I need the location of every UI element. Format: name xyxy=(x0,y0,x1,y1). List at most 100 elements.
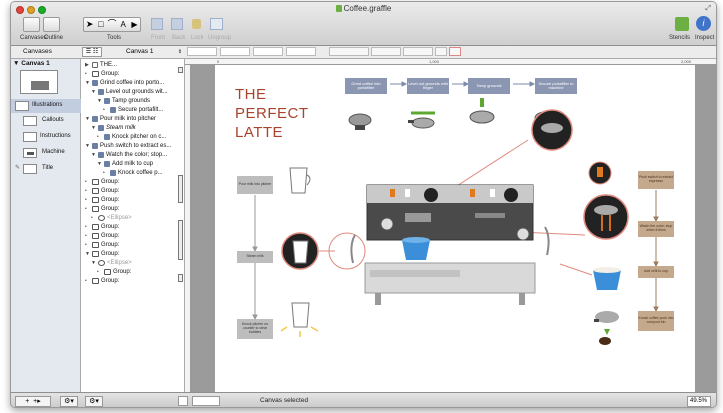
ungroup-icon[interactable] xyxy=(210,18,223,30)
step-box[interactable]: Pour milk into pitcher xyxy=(237,176,273,194)
outline-row[interactable]: • Knock coffee p... xyxy=(103,168,163,177)
text-tool-icon[interactable]: A xyxy=(118,18,129,31)
step-box[interactable]: Tamp grounds xyxy=(468,78,510,94)
step-box[interactable]: Push switch to extract espresso xyxy=(638,171,674,189)
step-box[interactable]: Grind coffee into portafilter xyxy=(345,78,387,94)
play-tool-icon[interactable]: ▶ xyxy=(129,18,140,31)
zoom-select[interactable]: 49.5% xyxy=(687,396,711,407)
outline-toggle-button[interactable] xyxy=(43,17,60,32)
vertical-ruler xyxy=(185,65,191,392)
step-box[interactable]: Knock coffee puck into compost bin xyxy=(638,311,674,331)
outline-row[interactable]: ▼ Push switch to extract es... xyxy=(85,141,171,150)
outline-row-label: Grind coffee into porto... xyxy=(100,79,165,86)
outline-row[interactable]: • Knock pitcher on c... xyxy=(97,132,166,141)
stencils-icon[interactable] xyxy=(675,17,689,31)
tamper-icon xyxy=(469,98,495,124)
outline-row[interactable]: • Group: xyxy=(85,204,119,213)
outline-row-label: Steam milk xyxy=(106,124,136,131)
app-window: Coffee.graffle ⤢ Canvases Outline ➤ □ ⌒ … xyxy=(10,1,717,408)
outline-scroll-marker xyxy=(178,220,183,260)
canvases-toggle-button[interactable] xyxy=(23,17,40,32)
step-box[interactable]: Add milk to cup xyxy=(638,266,674,278)
outline-row[interactable]: • Group: xyxy=(85,240,119,249)
diagram-graphics xyxy=(252,81,659,345)
line-control[interactable] xyxy=(403,47,433,56)
pitcher-icon xyxy=(289,167,311,194)
outline-row[interactable]: • Group: xyxy=(97,267,131,276)
shadow-control[interactable] xyxy=(435,47,447,56)
outline-row[interactable]: • Group: xyxy=(85,195,119,204)
layer-title-label[interactable]: Title xyxy=(42,165,53,171)
outline-row[interactable]: ▼ Group: xyxy=(85,249,119,258)
gear-icon[interactable]: ⚙▾ xyxy=(85,396,103,407)
layer-callouts-thumb[interactable] xyxy=(23,116,37,126)
layer-instructions-label[interactable]: Instructions xyxy=(40,133,71,139)
height-field[interactable] xyxy=(286,47,316,56)
window-title-text: Coffee.graffle xyxy=(343,4,392,13)
line-style-swatch[interactable] xyxy=(192,396,220,406)
outline-row[interactable]: • Group: xyxy=(85,69,119,78)
front-icon[interactable] xyxy=(151,18,163,30)
outline-row-label: Watch the color; stop... xyxy=(106,151,168,158)
outline-view-toggle[interactable]: ☰ ☷ xyxy=(82,47,102,57)
stroke-control[interactable] xyxy=(371,47,401,56)
outline-row-label: Knock pitcher on c... xyxy=(112,133,167,140)
layer-machine-label[interactable]: Machine xyxy=(42,149,65,155)
magnet-control[interactable] xyxy=(449,47,461,56)
diagram-page[interactable]: THE PERFECT LATTE Grind coffee into port… xyxy=(215,65,695,392)
outline-row[interactable]: • Group: xyxy=(85,231,119,240)
inspect-icon[interactable]: i xyxy=(696,16,711,31)
selection-tool-icon[interactable]: ➤ xyxy=(84,18,95,31)
outline-row[interactable]: • Secure portafilt... xyxy=(103,105,163,114)
canvas-list-item[interactable]: ▼ Canvas 1 xyxy=(13,60,50,67)
canvas-select[interactable]: Canvas 1 ⇕ xyxy=(106,47,184,57)
step-box[interactable]: Level out grounds with finger xyxy=(407,78,449,94)
shape-tool-icon[interactable]: □ xyxy=(95,18,106,31)
outline-row-label: Group: xyxy=(101,223,120,230)
outline-row[interactable]: ▼ Watch the color; stop... xyxy=(91,150,167,159)
window-title: Coffee.graffle xyxy=(11,4,716,13)
outline-row[interactable]: • Group: xyxy=(85,276,119,285)
layer-machine-thumb[interactable] xyxy=(23,148,37,158)
canvas-area[interactable]: 0 1,000 2,000 THE PERFECT LATTE Grind co… xyxy=(185,59,716,392)
step-box[interactable]: Steam milk xyxy=(237,251,273,263)
layer-callouts-label[interactable]: Callouts xyxy=(42,117,64,123)
width-field[interactable] xyxy=(253,47,283,56)
x-field[interactable] xyxy=(187,47,217,56)
outline-row[interactable]: ▼ Tamp grounds xyxy=(97,96,150,105)
fill-control[interactable] xyxy=(329,47,369,56)
add-canvas-button[interactable]: + +▸ xyxy=(15,396,51,407)
canvas-name: Canvas 1 xyxy=(21,60,50,67)
y-field[interactable] xyxy=(220,47,250,56)
lock-icon[interactable] xyxy=(192,19,201,29)
canvas-thumbnail[interactable] xyxy=(20,70,58,94)
outline-row[interactable]: • Group: xyxy=(85,222,119,231)
outline-row[interactable]: • <Ellipse> xyxy=(91,213,132,222)
outline-row[interactable]: ▼ Add milk to cup xyxy=(97,159,153,168)
thumbnail-machine xyxy=(31,81,49,90)
step-box[interactable]: Secure portafilter to machine xyxy=(535,78,577,94)
outline-row[interactable]: ▼ Grind coffee into porto... xyxy=(85,78,164,87)
callout-circle xyxy=(583,194,629,240)
layer-title-thumb[interactable] xyxy=(23,164,37,174)
step-box[interactable]: Watch the color; stop when it thins xyxy=(638,221,674,237)
outline-row[interactable]: ▼ Level out grounds wit... xyxy=(91,87,168,96)
layer-instructions-thumb[interactable] xyxy=(23,132,37,142)
step-box[interactable]: Knock pitcher on counter to clear bubble… xyxy=(237,319,273,339)
outline-row[interactable]: • Group: xyxy=(85,177,119,186)
style-controls[interactable] xyxy=(329,47,504,57)
back-icon[interactable] xyxy=(171,18,183,30)
outline-row[interactable]: ▼ Steam milk xyxy=(91,123,136,132)
ruler-mark: 1,000 xyxy=(429,59,440,64)
outline-scroll-marker xyxy=(178,67,183,73)
outline-row[interactable]: ▼ Pour milk into pitcher xyxy=(85,114,156,123)
lock-label: Lock xyxy=(191,35,204,41)
line-tool-icon[interactable]: ⌒ xyxy=(106,18,117,31)
geometry-fields[interactable] xyxy=(187,47,322,57)
outline-row[interactable]: • Group: xyxy=(85,186,119,195)
gear-icon[interactable]: ⚙▾ xyxy=(60,396,78,407)
fullscreen-icon[interactable]: ⤢ xyxy=(705,5,711,13)
outline-row[interactable]: ▼ <Ellipse> xyxy=(91,258,132,267)
outline-row[interactable]: ▶ THE... xyxy=(85,60,117,69)
style-swatch[interactable] xyxy=(178,396,188,406)
